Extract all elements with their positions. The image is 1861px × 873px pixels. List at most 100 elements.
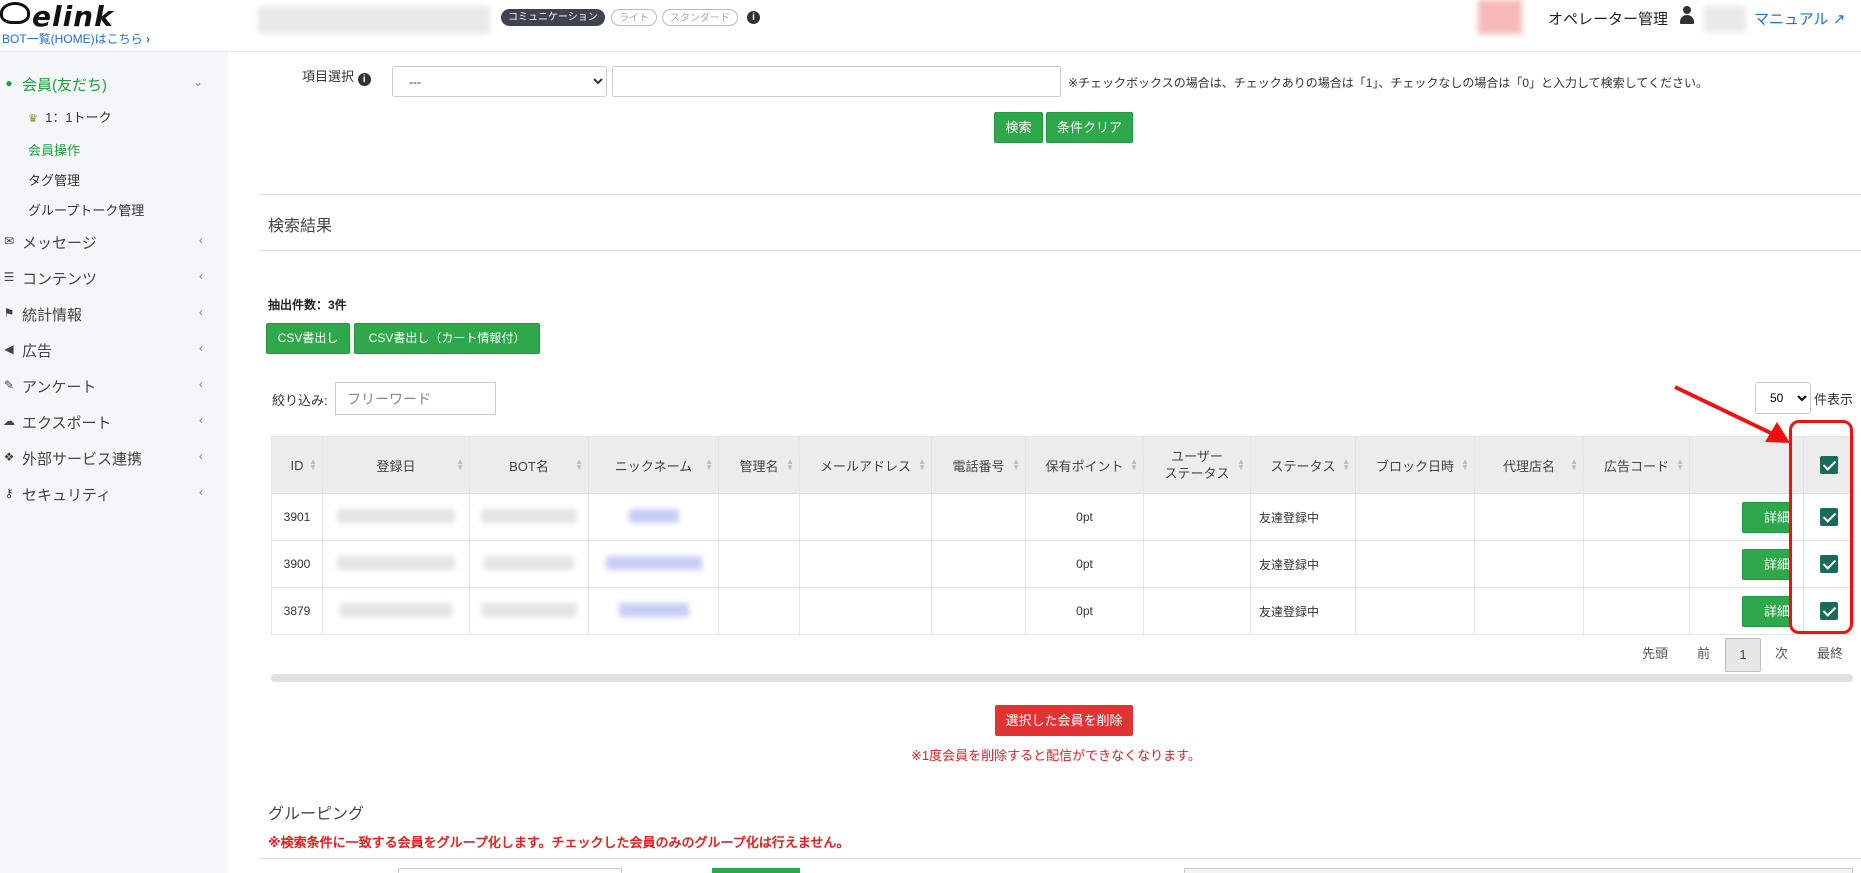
col-header-status[interactable]: ステータス ▲ ▼ bbox=[1250, 436, 1356, 494]
chevron-left-icon: ‹ bbox=[199, 485, 203, 499]
pager-next[interactable]: 次 bbox=[1775, 643, 1788, 662]
user-icon[interactable] bbox=[1680, 6, 1694, 26]
grouping-field[interactable] bbox=[1184, 868, 1853, 873]
pencil-icon: ✎ bbox=[3, 378, 15, 392]
cell-status: 友達登録中 bbox=[1250, 493, 1356, 541]
table-header-row: ID ▲ ▼ 登録日 ▲ ▼ BOT名 ▲ ▼ ニックネーム ▲ ▼ 管理名 ▲ ▼ メールアドレス… bbox=[271, 436, 1854, 494]
filter-input[interactable] bbox=[335, 382, 496, 415]
cell-phone bbox=[931, 540, 1026, 588]
csv-export-cart-button[interactable]: CSV書出し（カート情報付） bbox=[354, 323, 540, 354]
search-value-input[interactable] bbox=[612, 66, 1061, 97]
sidebar-subitem-group-talk[interactable]: グループトーク管理 bbox=[28, 200, 144, 219]
sidebar-item-survey[interactable]: ✎ アンケート ‹ bbox=[0, 374, 215, 398]
operator-management-link[interactable]: オペレーター管理 bbox=[1548, 8, 1668, 29]
chevron-left-icon: ‹ bbox=[199, 377, 203, 391]
col-header-agency[interactable]: 代理店名 ▲ ▼ bbox=[1474, 436, 1584, 494]
col-header-points[interactable]: 保有ポイント ▲ ▼ bbox=[1025, 436, 1144, 494]
cubes-icon: ❖ bbox=[3, 450, 15, 464]
user-icon: ● bbox=[5, 76, 13, 90]
detail-button[interactable]: 詳細 bbox=[1742, 548, 1791, 580]
bot-home-link[interactable]: BOT一覧(HOME)はこちら › bbox=[2, 30, 150, 47]
search-button[interactable]: 検索 bbox=[994, 112, 1043, 143]
col-header-label: 電話番号 bbox=[952, 458, 1005, 474]
col-header-email[interactable]: メールアドレス ▲ ▼ bbox=[799, 436, 932, 494]
envelope-icon: ✉ bbox=[3, 234, 15, 248]
cell-registered-redacted bbox=[322, 493, 470, 541]
col-header-label: ニックネーム bbox=[614, 458, 693, 474]
detail-button[interactable]: 詳細 bbox=[1742, 501, 1791, 533]
col-header-phone[interactable]: 電話番号 ▲ ▼ bbox=[931, 436, 1026, 494]
sort-icon: ▲ ▼ bbox=[705, 457, 713, 472]
table-row: 3901 0pt 友達登録中 詳細 bbox=[271, 493, 1854, 541]
sidebar-item-security[interactable]: ⚷ セキュリティ ‹ bbox=[0, 482, 215, 506]
delete-warning: ※1度会員を削除すると配信ができなくなります。 bbox=[911, 748, 1201, 763]
info-icon[interactable]: i bbox=[357, 73, 371, 86]
list-icon: ☰ bbox=[3, 270, 15, 284]
sort-icon: ▲ ▼ bbox=[1461, 457, 1469, 472]
sidebar-item-stats[interactable]: ⚑ 統計情報 ‹ bbox=[0, 302, 215, 326]
sort-icon: ▲ ▼ bbox=[456, 457, 464, 472]
col-header-label: 管理名 bbox=[739, 458, 779, 474]
sidebar-subitem-member-ops[interactable]: 会員操作 bbox=[28, 140, 80, 159]
cell-agency bbox=[1474, 493, 1584, 541]
pager-first[interactable]: 先頭 bbox=[1642, 643, 1668, 662]
field-select[interactable]: --- bbox=[392, 66, 607, 97]
sort-icon: ▲ ▼ bbox=[1237, 457, 1245, 472]
elink-logo[interactable]: elink bbox=[0, 0, 114, 33]
cell-ad-code bbox=[1583, 587, 1690, 635]
sidebar-item-label: 外部サービス連携 bbox=[22, 451, 143, 468]
chevron-left-icon: ‹ bbox=[199, 233, 203, 247]
cell-admin-name bbox=[718, 587, 800, 635]
grouping-input[interactable] bbox=[398, 868, 622, 873]
sidebar-item-message[interactable]: ✉ メッセージ ‹ bbox=[0, 230, 215, 254]
cell-block-date bbox=[1355, 587, 1475, 635]
sidebar-subitem-tags[interactable]: タグ管理 bbox=[28, 170, 80, 189]
col-header-label: 保有ポイント bbox=[1045, 458, 1124, 474]
info-icon[interactable]: i bbox=[747, 11, 760, 24]
col-header-user-status[interactable]: ユーザー ステータス ▲ ▼ bbox=[1143, 436, 1251, 494]
cell-admin-name bbox=[718, 540, 800, 588]
col-header-id[interactable]: ID ▲ ▼ bbox=[271, 436, 323, 494]
cell-nickname-redacted[interactable] bbox=[588, 493, 719, 541]
pager-last[interactable]: 最終 bbox=[1817, 643, 1843, 662]
col-header-admin-name[interactable]: 管理名 ▲ ▼ bbox=[718, 436, 800, 494]
col-header-nickname[interactable]: ニックネーム ▲ ▼ bbox=[588, 436, 719, 494]
cell-email bbox=[799, 587, 932, 635]
pager-current[interactable]: 1 bbox=[1725, 638, 1761, 672]
sidebar-item-label: コンテンツ bbox=[22, 271, 98, 288]
sidebar-item-ads[interactable]: ◀ 広告 ‹ bbox=[0, 338, 215, 362]
horizontal-scrollbar[interactable] bbox=[271, 674, 1853, 682]
chevron-left-icon: ‹ bbox=[199, 269, 203, 283]
clear-conditions-button[interactable]: 条件クリア bbox=[1046, 112, 1133, 143]
sidebar-item-external-services[interactable]: ❖ 外部サービス連携 ‹ bbox=[0, 446, 215, 470]
result-count: 抽出件数：3件 bbox=[268, 298, 347, 312]
chevron-down-icon: ⌄ bbox=[192, 75, 203, 89]
delete-selected-button[interactable]: 選択した会員を削除 bbox=[995, 705, 1133, 736]
divider bbox=[260, 250, 1861, 251]
sidebar-subitem-label: 1：1トーク bbox=[45, 110, 112, 125]
col-header-label: 登録日 bbox=[376, 458, 416, 474]
detail-button[interactable]: 詳細 bbox=[1742, 595, 1791, 627]
megaphone-icon: ◀ bbox=[4, 342, 14, 356]
sidebar-item-contents[interactable]: ☰ コンテンツ ‹ bbox=[0, 266, 215, 290]
cell-id: 3900 bbox=[271, 540, 323, 588]
pager-prev[interactable]: 前 bbox=[1697, 643, 1710, 662]
grouping-button[interactable] bbox=[712, 868, 800, 873]
manual-link[interactable]: マニュアル ↗ bbox=[1754, 8, 1845, 29]
cell-points: 0pt bbox=[1025, 587, 1144, 635]
col-header-block-date[interactable]: ブロック日時 ▲ ▼ bbox=[1355, 436, 1475, 494]
csv-export-button[interactable]: CSV書出し bbox=[266, 323, 350, 354]
cell-nickname-redacted[interactable] bbox=[588, 587, 719, 635]
sidebar-subitem-1on1-talk[interactable]: ♛ 1：1トーク bbox=[28, 107, 112, 126]
sort-icon: ▲ ▼ bbox=[786, 457, 794, 472]
col-header-bot-name[interactable]: BOT名 ▲ ▼ bbox=[469, 436, 589, 494]
cell-phone bbox=[931, 493, 1026, 541]
col-header-registered[interactable]: 登録日 ▲ ▼ bbox=[322, 436, 470, 494]
cell-nickname-redacted[interactable] bbox=[588, 540, 719, 588]
results-title: 検索結果 bbox=[268, 218, 333, 235]
external-link-icon: ↗ bbox=[1832, 11, 1846, 28]
sidebar-item-member[interactable]: ● 会員(友だち) ⌄ bbox=[0, 72, 215, 96]
sort-icon: ▲ ▼ bbox=[1012, 457, 1020, 472]
sidebar-item-export[interactable]: ☁ エクスポート ‹ bbox=[0, 410, 215, 434]
chevron-right-icon: › bbox=[146, 32, 151, 46]
